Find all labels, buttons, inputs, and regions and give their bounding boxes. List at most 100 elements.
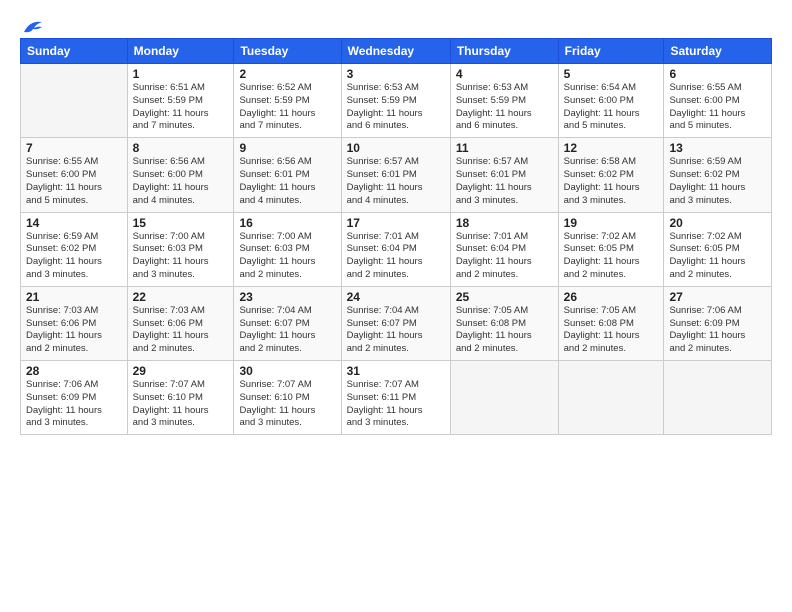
day-number: 23 xyxy=(239,290,335,304)
day-info: Sunrise: 7:06 AM Sunset: 6:09 PM Dayligh… xyxy=(26,379,122,430)
day-info: Sunrise: 7:05 AM Sunset: 6:08 PM Dayligh… xyxy=(456,305,553,356)
weekday-header-wednesday: Wednesday xyxy=(341,39,450,64)
day-info: Sunrise: 7:03 AM Sunset: 6:06 PM Dayligh… xyxy=(26,305,122,356)
day-info: Sunrise: 6:59 AM Sunset: 6:02 PM Dayligh… xyxy=(669,156,766,207)
weekday-header-tuesday: Tuesday xyxy=(234,39,341,64)
day-info: Sunrise: 7:05 AM Sunset: 6:08 PM Dayligh… xyxy=(564,305,659,356)
calendar-cell: 17Sunrise: 7:01 AM Sunset: 6:04 PM Dayli… xyxy=(341,212,450,286)
calendar-cell: 4Sunrise: 6:53 AM Sunset: 5:59 PM Daylig… xyxy=(450,64,558,138)
calendar-cell: 15Sunrise: 7:00 AM Sunset: 6:03 PM Dayli… xyxy=(127,212,234,286)
calendar-cell: 11Sunrise: 6:57 AM Sunset: 6:01 PM Dayli… xyxy=(450,138,558,212)
calendar-cell: 30Sunrise: 7:07 AM Sunset: 6:10 PM Dayli… xyxy=(234,361,341,435)
weekday-header-monday: Monday xyxy=(127,39,234,64)
day-number: 14 xyxy=(26,216,122,230)
day-info: Sunrise: 6:54 AM Sunset: 6:00 PM Dayligh… xyxy=(564,82,659,133)
day-info: Sunrise: 6:55 AM Sunset: 6:00 PM Dayligh… xyxy=(26,156,122,207)
logo-bird-icon xyxy=(22,18,44,36)
calendar-cell: 19Sunrise: 7:02 AM Sunset: 6:05 PM Dayli… xyxy=(558,212,664,286)
day-number: 10 xyxy=(347,141,445,155)
week-row-1: 1Sunrise: 6:51 AM Sunset: 5:59 PM Daylig… xyxy=(21,64,772,138)
day-info: Sunrise: 6:57 AM Sunset: 6:01 PM Dayligh… xyxy=(456,156,553,207)
day-number: 15 xyxy=(133,216,229,230)
day-number: 1 xyxy=(133,67,229,81)
calendar-cell: 2Sunrise: 6:52 AM Sunset: 5:59 PM Daylig… xyxy=(234,64,341,138)
calendar-cell: 27Sunrise: 7:06 AM Sunset: 6:09 PM Dayli… xyxy=(664,286,772,360)
day-info: Sunrise: 7:02 AM Sunset: 6:05 PM Dayligh… xyxy=(564,231,659,282)
calendar-cell: 29Sunrise: 7:07 AM Sunset: 6:10 PM Dayli… xyxy=(127,361,234,435)
day-info: Sunrise: 7:07 AM Sunset: 6:10 PM Dayligh… xyxy=(133,379,229,430)
day-info: Sunrise: 7:03 AM Sunset: 6:06 PM Dayligh… xyxy=(133,305,229,356)
calendar-cell: 5Sunrise: 6:54 AM Sunset: 6:00 PM Daylig… xyxy=(558,64,664,138)
calendar-cell: 1Sunrise: 6:51 AM Sunset: 5:59 PM Daylig… xyxy=(127,64,234,138)
day-info: Sunrise: 6:53 AM Sunset: 5:59 PM Dayligh… xyxy=(347,82,445,133)
week-row-2: 7Sunrise: 6:55 AM Sunset: 6:00 PM Daylig… xyxy=(21,138,772,212)
calendar-cell: 8Sunrise: 6:56 AM Sunset: 6:00 PM Daylig… xyxy=(127,138,234,212)
calendar-cell: 13Sunrise: 6:59 AM Sunset: 6:02 PM Dayli… xyxy=(664,138,772,212)
day-info: Sunrise: 6:59 AM Sunset: 6:02 PM Dayligh… xyxy=(26,231,122,282)
day-info: Sunrise: 6:52 AM Sunset: 5:59 PM Dayligh… xyxy=(239,82,335,133)
calendar-cell: 23Sunrise: 7:04 AM Sunset: 6:07 PM Dayli… xyxy=(234,286,341,360)
day-info: Sunrise: 7:04 AM Sunset: 6:07 PM Dayligh… xyxy=(239,305,335,356)
calendar-cell: 10Sunrise: 6:57 AM Sunset: 6:01 PM Dayli… xyxy=(341,138,450,212)
day-number: 5 xyxy=(564,67,659,81)
day-number: 31 xyxy=(347,364,445,378)
day-number: 22 xyxy=(133,290,229,304)
day-number: 7 xyxy=(26,141,122,155)
day-info: Sunrise: 7:02 AM Sunset: 6:05 PM Dayligh… xyxy=(669,231,766,282)
day-number: 6 xyxy=(669,67,766,81)
day-info: Sunrise: 6:57 AM Sunset: 6:01 PM Dayligh… xyxy=(347,156,445,207)
calendar-cell: 26Sunrise: 7:05 AM Sunset: 6:08 PM Dayli… xyxy=(558,286,664,360)
weekday-header-row: SundayMondayTuesdayWednesdayThursdayFrid… xyxy=(21,39,772,64)
calendar-cell: 22Sunrise: 7:03 AM Sunset: 6:06 PM Dayli… xyxy=(127,286,234,360)
calendar-cell: 18Sunrise: 7:01 AM Sunset: 6:04 PM Dayli… xyxy=(450,212,558,286)
calendar-cell xyxy=(558,361,664,435)
weekday-header-friday: Friday xyxy=(558,39,664,64)
day-number: 21 xyxy=(26,290,122,304)
day-number: 13 xyxy=(669,141,766,155)
calendar-cell: 14Sunrise: 6:59 AM Sunset: 6:02 PM Dayli… xyxy=(21,212,128,286)
day-info: Sunrise: 6:55 AM Sunset: 6:00 PM Dayligh… xyxy=(669,82,766,133)
day-number: 25 xyxy=(456,290,553,304)
day-number: 8 xyxy=(133,141,229,155)
day-number: 29 xyxy=(133,364,229,378)
calendar-cell: 6Sunrise: 6:55 AM Sunset: 6:00 PM Daylig… xyxy=(664,64,772,138)
week-row-5: 28Sunrise: 7:06 AM Sunset: 6:09 PM Dayli… xyxy=(21,361,772,435)
weekday-header-sunday: Sunday xyxy=(21,39,128,64)
calendar-table: SundayMondayTuesdayWednesdayThursdayFrid… xyxy=(20,38,772,435)
calendar-cell: 16Sunrise: 7:00 AM Sunset: 6:03 PM Dayli… xyxy=(234,212,341,286)
day-info: Sunrise: 7:06 AM Sunset: 6:09 PM Dayligh… xyxy=(669,305,766,356)
day-info: Sunrise: 7:00 AM Sunset: 6:03 PM Dayligh… xyxy=(239,231,335,282)
day-number: 17 xyxy=(347,216,445,230)
day-info: Sunrise: 7:04 AM Sunset: 6:07 PM Dayligh… xyxy=(347,305,445,356)
day-number: 30 xyxy=(239,364,335,378)
weekday-header-saturday: Saturday xyxy=(664,39,772,64)
page: SundayMondayTuesdayWednesdayThursdayFrid… xyxy=(0,0,792,612)
day-number: 19 xyxy=(564,216,659,230)
calendar-cell: 21Sunrise: 7:03 AM Sunset: 6:06 PM Dayli… xyxy=(21,286,128,360)
calendar-cell: 7Sunrise: 6:55 AM Sunset: 6:00 PM Daylig… xyxy=(21,138,128,212)
day-info: Sunrise: 6:51 AM Sunset: 5:59 PM Dayligh… xyxy=(133,82,229,133)
day-number: 4 xyxy=(456,67,553,81)
day-info: Sunrise: 6:56 AM Sunset: 6:00 PM Dayligh… xyxy=(133,156,229,207)
calendar-cell xyxy=(664,361,772,435)
day-info: Sunrise: 6:58 AM Sunset: 6:02 PM Dayligh… xyxy=(564,156,659,207)
logo xyxy=(20,18,44,32)
day-info: Sunrise: 6:53 AM Sunset: 5:59 PM Dayligh… xyxy=(456,82,553,133)
day-number: 26 xyxy=(564,290,659,304)
calendar-cell: 12Sunrise: 6:58 AM Sunset: 6:02 PM Dayli… xyxy=(558,138,664,212)
day-number: 18 xyxy=(456,216,553,230)
calendar-cell: 20Sunrise: 7:02 AM Sunset: 6:05 PM Dayli… xyxy=(664,212,772,286)
day-number: 11 xyxy=(456,141,553,155)
day-info: Sunrise: 7:07 AM Sunset: 6:10 PM Dayligh… xyxy=(239,379,335,430)
header xyxy=(20,18,772,32)
calendar-cell: 25Sunrise: 7:05 AM Sunset: 6:08 PM Dayli… xyxy=(450,286,558,360)
day-info: Sunrise: 7:07 AM Sunset: 6:11 PM Dayligh… xyxy=(347,379,445,430)
calendar-cell: 24Sunrise: 7:04 AM Sunset: 6:07 PM Dayli… xyxy=(341,286,450,360)
day-number: 12 xyxy=(564,141,659,155)
day-number: 3 xyxy=(347,67,445,81)
calendar-cell: 31Sunrise: 7:07 AM Sunset: 6:11 PM Dayli… xyxy=(341,361,450,435)
day-info: Sunrise: 7:01 AM Sunset: 6:04 PM Dayligh… xyxy=(456,231,553,282)
calendar-cell: 3Sunrise: 6:53 AM Sunset: 5:59 PM Daylig… xyxy=(341,64,450,138)
day-info: Sunrise: 7:01 AM Sunset: 6:04 PM Dayligh… xyxy=(347,231,445,282)
weekday-header-thursday: Thursday xyxy=(450,39,558,64)
